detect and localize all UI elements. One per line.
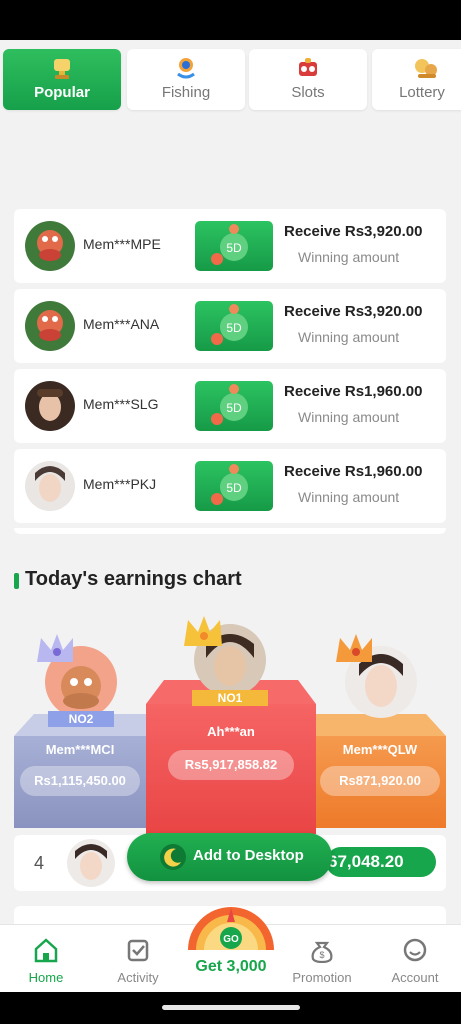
podium-name: Mem***QLW (342, 742, 418, 757)
game-thumbnail[interactable]: 5D (195, 461, 273, 511)
member-name: Mem***MPE (83, 236, 161, 252)
rank-amount: 67,048.20 (326, 847, 436, 877)
svg-text:5D: 5D (226, 241, 242, 255)
rank-ribbon: NO2 (48, 711, 114, 727)
fishing-icon (177, 58, 195, 79)
cartoon-avatar (25, 221, 75, 271)
gold-crown-icon (184, 616, 222, 646)
game-thumbnail[interactable]: 5D (195, 381, 273, 431)
tab-fishing[interactable]: Fishing (127, 49, 245, 110)
add-to-desktop-label: Add to Desktop (193, 847, 304, 864)
nav-label: Home (28, 970, 64, 985)
moon-icon (160, 844, 186, 870)
trophy-icon (54, 59, 70, 79)
win-amount: Receive Rs3,920.00 (284, 303, 423, 320)
podium-amount: Rs5,917,858.82 (168, 750, 294, 780)
tab-popular[interactable]: Popular (3, 49, 121, 110)
tab-label: Fishing (161, 84, 211, 101)
svg-text:$: $ (319, 950, 324, 960)
bronze-crown-icon (336, 634, 372, 662)
svg-text:5D: 5D (226, 481, 242, 495)
nav-label: Activity (117, 970, 159, 985)
podium-amount: Rs871,920.00 (320, 766, 440, 796)
win-amount: Receive Rs1,960.00 (284, 383, 423, 400)
member-name: Mem***SLG (83, 396, 159, 412)
tab-lottery[interactable]: Lottery (372, 49, 461, 110)
money-bag-icon: $ (311, 941, 333, 963)
podium-name: Mem***MCI (45, 742, 115, 757)
tab-label: Slots (291, 84, 325, 101)
podium-block: Ah***an Rs5,917,858.82 (146, 704, 316, 834)
tab-slots[interactable]: Slots (249, 49, 367, 110)
woman-avatar (25, 381, 75, 431)
woman-avatar (25, 461, 75, 511)
list-item: Mem***MPE 5D Receive Rs3,920.00 Winning … (14, 209, 446, 283)
list-item: Mem***ANA 5D Receive Rs3,920.00 Winning … (14, 289, 446, 363)
cartoon-avatar (25, 301, 75, 351)
nav-home[interactable]: Home (6, 925, 86, 992)
rank-ribbon: NO1 (192, 690, 268, 706)
member-name: Mem***ANA (83, 316, 160, 332)
get-bonus-label[interactable]: Get 3,000 (186, 958, 276, 976)
nav-account[interactable]: Account (375, 925, 455, 992)
list-item: Mem***SLG 5D Receive Rs1,960.00 Winning … (14, 369, 446, 443)
rank-number: 4 (34, 853, 45, 873)
lottery-icon (415, 59, 437, 78)
section-title: Today's earnings chart (25, 568, 242, 590)
win-label: Winning amount (298, 409, 400, 425)
podium-block: Mem***QLW Rs871,920.00 (314, 736, 446, 828)
win-label: Winning amount (298, 489, 400, 505)
svg-text:GO: GO (223, 934, 239, 945)
list-item: Mem***PKJ 5D Receive Rs1,960.00 Winning … (14, 449, 446, 523)
game-thumbnail[interactable]: 5D (195, 301, 273, 351)
podium-amount: Rs1,115,450.00 (20, 766, 140, 796)
silver-crown-icon (37, 634, 73, 662)
win-label: Winning amount (298, 249, 400, 265)
svg-text:5D: 5D (226, 321, 242, 335)
home-icon (34, 938, 58, 963)
lucky-wheel-icon[interactable]: GO (186, 892, 276, 952)
member-name: Mem***PKJ (83, 476, 157, 492)
account-icon (403, 938, 427, 962)
podium-block: Mem***MCI Rs1,115,450.00 (14, 736, 146, 828)
add-to-desktop-button[interactable]: Add to Desktop (127, 833, 332, 881)
woman-avatar (67, 839, 115, 887)
game-thumbnail[interactable]: 5D (195, 221, 273, 271)
nav-promotion[interactable]: $ Promotion (282, 925, 362, 992)
home-indicator[interactable] (162, 1005, 300, 1010)
nav-label: Promotion (292, 970, 352, 985)
svg-text:5D: 5D (226, 401, 242, 415)
app-screen: Popular Fishing Slots Lottery Mem***MPE … (0, 40, 461, 992)
podium-name: Ah***an (207, 724, 255, 739)
activity-icon (127, 939, 149, 962)
win-amount: Receive Rs1,960.00 (284, 463, 423, 480)
category-tabs: Popular Fishing Slots Lottery (0, 49, 461, 111)
list-item-edge (14, 528, 446, 534)
nav-label: Account (391, 970, 439, 985)
section-marker (14, 573, 19, 589)
tab-label: Lottery (399, 84, 445, 101)
slots-icon (299, 58, 317, 76)
nav-activity[interactable]: Activity (98, 925, 178, 992)
tab-label: Popular (34, 84, 90, 101)
win-label: Winning amount (298, 329, 400, 345)
win-amount: Receive Rs3,920.00 (284, 223, 423, 240)
